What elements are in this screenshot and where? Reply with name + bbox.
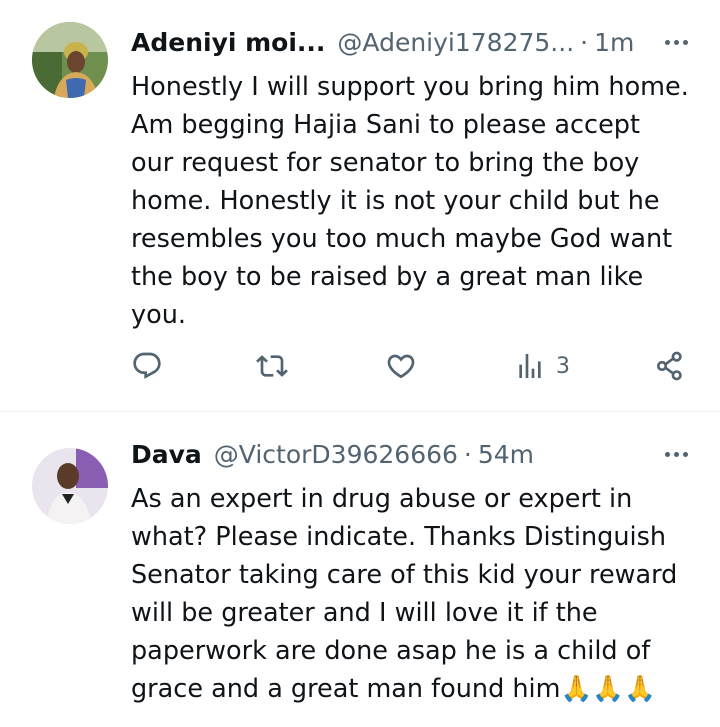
action-bar: 3	[131, 350, 691, 394]
share-icon	[656, 351, 682, 381]
retweet-icon	[256, 355, 288, 377]
tweet-text: As an expert in drug abuse or expert in …	[131, 484, 678, 704]
tweet-text: Honestly I will support you bring him ho…	[131, 72, 689, 330]
avatar[interactable]	[32, 22, 108, 98]
tweet[interactable]: Dava @VictorD39626666 · 54m As an expert…	[0, 412, 720, 727]
views-count: 3	[556, 353, 570, 379]
views-button[interactable]: 3	[514, 350, 570, 382]
avatar[interactable]	[32, 448, 108, 524]
like-icon	[387, 354, 415, 379]
display-name[interactable]: Adeniyi moi...	[131, 28, 325, 57]
separator-dot: ·	[580, 27, 589, 57]
user-handle[interactable]: @VictorD39626666	[214, 440, 458, 469]
separator-dot: ·	[463, 439, 472, 469]
like-button[interactable]	[385, 350, 417, 382]
timestamp[interactable]: 1m	[594, 28, 634, 57]
share-button[interactable]	[654, 350, 686, 382]
more-icon[interactable]	[663, 439, 690, 469]
reply-button[interactable]	[131, 350, 163, 382]
views-icon	[519, 354, 541, 378]
reply-icon	[133, 352, 161, 379]
tweet[interactable]: Adeniyi moi... @Adeniyi178275... · 1m Ho…	[0, 0, 720, 412]
user-handle[interactable]: @Adeniyi178275...	[337, 28, 574, 57]
avatar-image	[32, 22, 108, 98]
timestamp[interactable]: 54m	[478, 440, 534, 469]
avatar-image	[32, 448, 108, 524]
display-name[interactable]: Dava	[131, 440, 202, 469]
more-icon[interactable]	[663, 27, 690, 57]
retweet-button[interactable]	[256, 350, 288, 382]
